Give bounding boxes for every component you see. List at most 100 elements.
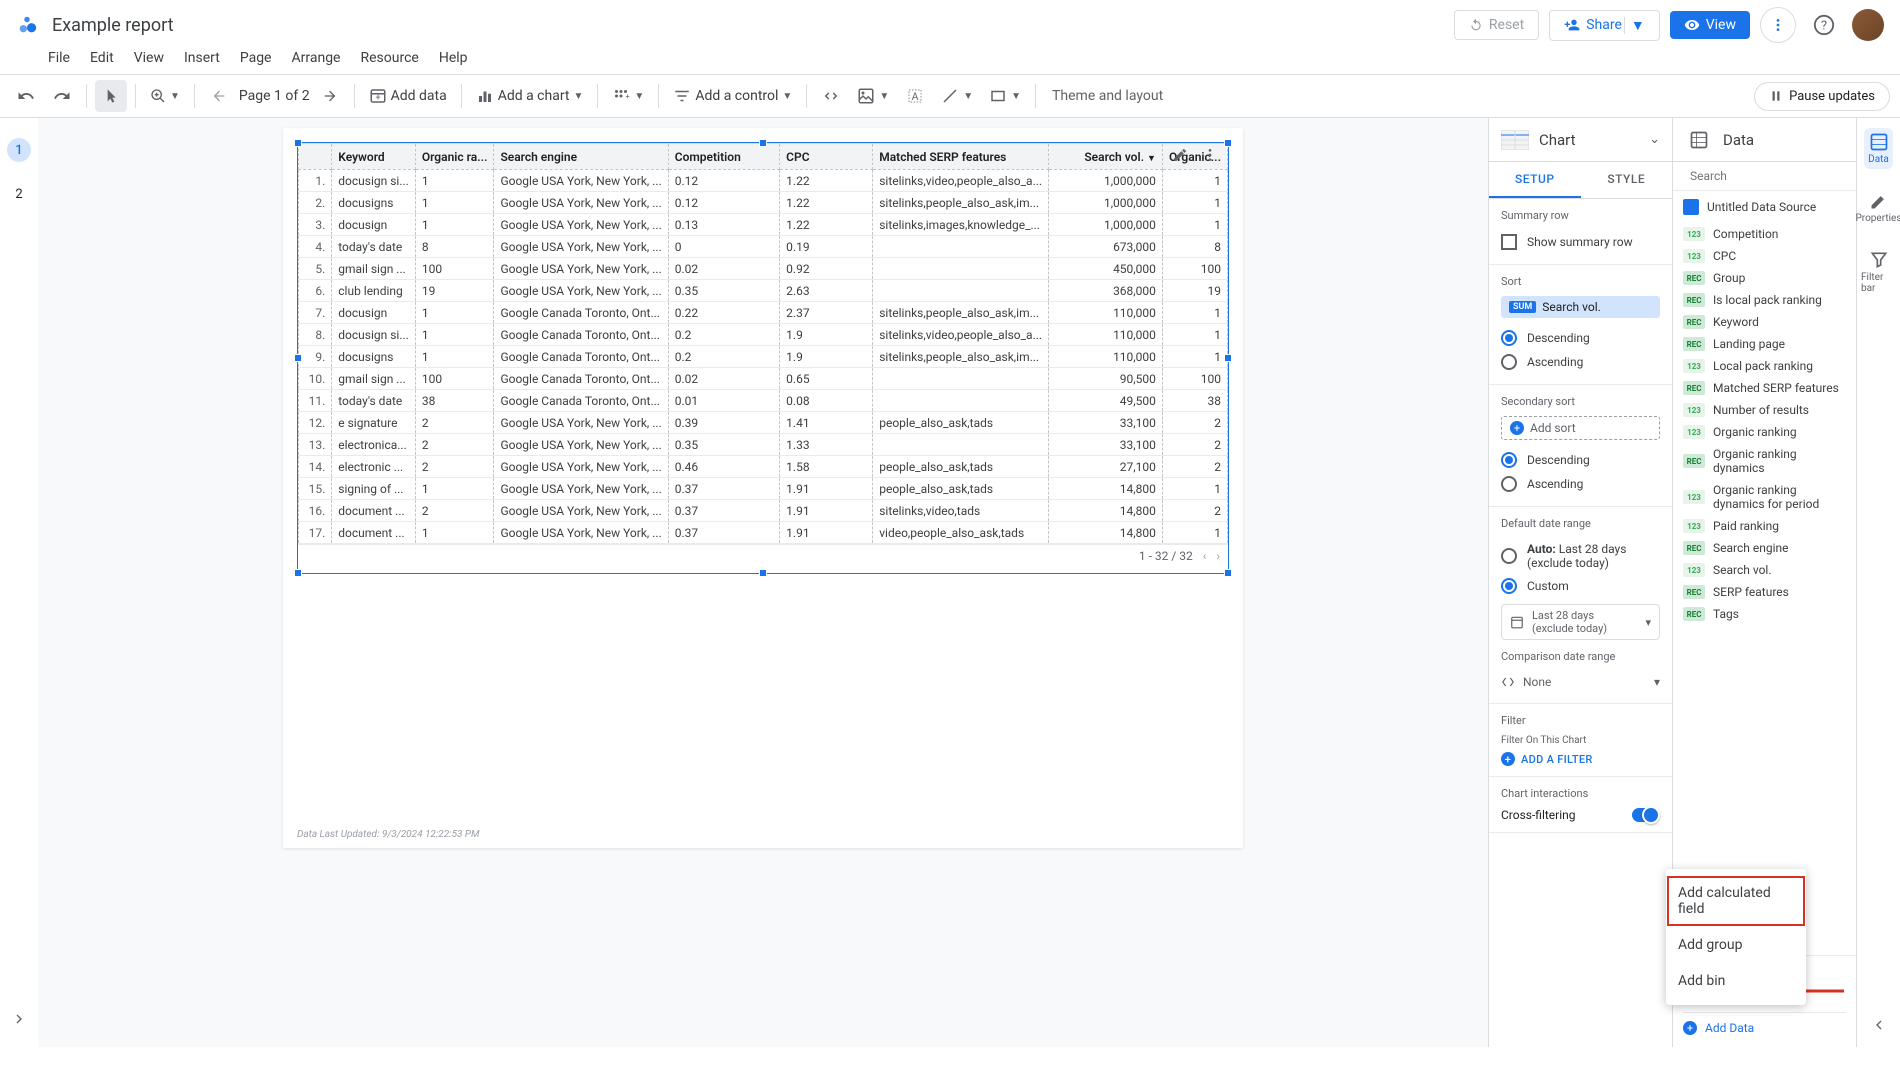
field-item[interactable]: RECKeyword [1673,311,1856,333]
field-item[interactable]: RECIs local pack ranking [1673,289,1856,311]
add-data-button[interactable]: +Add data [363,80,453,112]
resize-handle[interactable] [1224,354,1232,362]
add-group-item[interactable]: Add group [1666,927,1806,963]
page-tab-1[interactable]: 1 [7,138,31,162]
prev-page-button[interactable] [203,80,235,112]
table-header[interactable]: Organic ra... [415,144,494,170]
report-title[interactable]: Example report [52,15,174,36]
resize-handle[interactable] [1224,569,1232,577]
sidebar-filter-tab[interactable]: Filter bar [1857,246,1900,298]
table-header[interactable]: Search vol. ▼ [1049,144,1163,170]
sort-descending-radio[interactable]: Descending [1501,326,1660,350]
chevron-down-icon[interactable]: ⌄ [1649,132,1660,147]
table-row[interactable]: 13.electronica...2Google USA York, New Y… [299,434,1228,456]
sort-ascending-radio[interactable]: Ascending [1501,350,1660,374]
table-row[interactable]: 10.gmail sign ...100Google Canada Toront… [299,368,1228,390]
search-input[interactable] [1690,169,1846,183]
table-row[interactable]: 12.e signature2Google USA York, New York… [299,412,1228,434]
menu-insert[interactable]: Insert [184,50,220,66]
resize-handle[interactable] [1224,139,1232,147]
share-button[interactable]: Share ▼ [1549,10,1660,41]
text-button[interactable]: A [899,80,931,112]
field-item[interactable]: 123CPC [1673,245,1856,267]
cross-filtering-toggle[interactable] [1632,808,1660,822]
table-row[interactable]: 17.document ...1Google USA York, New Yor… [299,522,1228,544]
expand-pages-button[interactable] [11,1011,27,1027]
secondary-descending-radio[interactable]: Descending [1501,448,1660,472]
menu-help[interactable]: Help [439,50,468,66]
date-auto-radio[interactable]: Auto: Last 28 days (exclude today) [1501,538,1660,574]
redo-button[interactable] [46,80,78,112]
page-tab-2[interactable]: 2 [7,182,31,206]
add-chart-button[interactable]: Add a chart▼ [470,80,590,112]
more-options-button[interactable] [1760,7,1796,43]
resize-handle[interactable] [294,354,302,362]
help-button[interactable]: ? [1806,7,1842,43]
style-tab[interactable]: STYLE [1581,162,1673,198]
add-control-button[interactable]: Add a control▼ [667,80,798,112]
field-item[interactable]: RECMatched SERP features [1673,377,1856,399]
sidebar-data-tab[interactable]: Data [1864,128,1893,169]
menu-page[interactable]: Page [240,50,272,66]
undo-button[interactable] [10,80,42,112]
field-item[interactable]: 123Local pack ranking [1673,355,1856,377]
prev-page-icon[interactable]: ‹ [1203,549,1207,563]
collapse-sidebar-button[interactable] [1867,1013,1891,1037]
chart-more-button[interactable] [1196,141,1224,169]
fields-search[interactable] [1673,162,1856,191]
url-embed-button[interactable] [815,80,847,112]
line-button[interactable]: ▼ [935,80,979,112]
field-item[interactable]: 123Paid ranking [1673,515,1856,537]
chart-type-icon[interactable] [1501,128,1529,152]
table-row[interactable]: 7.docusign1Google Canada Toronto, Ont...… [299,302,1228,324]
community-viz-button[interactable]: +▼ [606,80,650,112]
table-header[interactable]: Competition [668,144,779,170]
field-item[interactable]: RECOrganic ranking dynamics [1673,443,1856,479]
data-source-header[interactable]: Untitled Data Source [1673,191,1856,223]
table-row[interactable]: 16.document ...2Google USA York, New Yor… [299,500,1228,522]
field-item[interactable]: RECTags [1673,603,1856,625]
setup-tab[interactable]: SETUP [1489,162,1581,198]
table-row[interactable]: 11.today's date38Google Canada Toronto, … [299,390,1228,412]
user-avatar[interactable] [1852,9,1884,41]
resize-handle[interactable] [759,139,767,147]
field-item[interactable]: RECSearch engine [1673,537,1856,559]
secondary-ascending-radio[interactable]: Ascending [1501,472,1660,496]
field-item[interactable]: 123Organic ranking [1673,421,1856,443]
view-button[interactable]: View [1670,11,1750,39]
add-secondary-sort[interactable]: + Add sort [1501,416,1660,440]
table-header[interactable] [299,144,332,170]
comparison-dropdown[interactable]: None ▾ [1501,671,1660,693]
table-header[interactable]: Matched SERP features [873,144,1049,170]
menu-file[interactable]: File [48,50,70,66]
resize-handle[interactable] [294,139,302,147]
table-row[interactable]: 9.docusigns1Google Canada Toronto, Ont..… [299,346,1228,368]
table-header[interactable]: CPC [780,144,873,170]
table-row[interactable]: 15.signing of ...1Google USA York, New Y… [299,478,1228,500]
field-item[interactable]: RECLanding page [1673,333,1856,355]
sort-field-chip[interactable]: SUM Search vol. [1501,296,1660,318]
resize-handle[interactable] [759,569,767,577]
add-calculated-field-item[interactable]: Add calculated field [1666,875,1806,927]
date-range-dropdown[interactable]: Last 28 days (exclude today) ▾ [1501,604,1660,640]
table-row[interactable]: 1.docusign si...1Google USA York, New Yo… [299,170,1228,192]
field-item[interactable]: RECSERP features [1673,581,1856,603]
field-item[interactable]: 123Competition [1673,223,1856,245]
add-data-link[interactable]: + Add Data [1683,1012,1846,1039]
menu-edit[interactable]: Edit [90,50,114,66]
field-item[interactable]: 123Number of results [1673,399,1856,421]
add-filter-button[interactable]: + ADD A FILTER [1501,752,1660,766]
theme-layout-button[interactable]: Theme and layout [1052,88,1163,104]
table-row[interactable]: 3.docusign1Google USA York, New York, ..… [299,214,1228,236]
canvas-area[interactable]: KeywordOrganic ra...Search engineCompeti… [38,118,1488,1047]
chevron-down-icon[interactable]: ▼ [1624,17,1645,34]
menu-arrange[interactable]: Arrange [292,50,341,66]
date-custom-radio[interactable]: Custom [1501,574,1660,598]
show-summary-row-checkbox[interactable]: Show summary row [1501,230,1660,254]
sidebar-properties-tab[interactable]: Properties [1851,187,1900,228]
table-chart[interactable]: KeywordOrganic ra...Search engineCompeti… [297,142,1229,574]
resize-handle[interactable] [294,569,302,577]
field-item[interactable]: 123Organic ranking dynamics for period [1673,479,1856,515]
table-row[interactable]: 4.today's date8Google USA York, New York… [299,236,1228,258]
edit-chart-button[interactable] [1166,141,1194,169]
